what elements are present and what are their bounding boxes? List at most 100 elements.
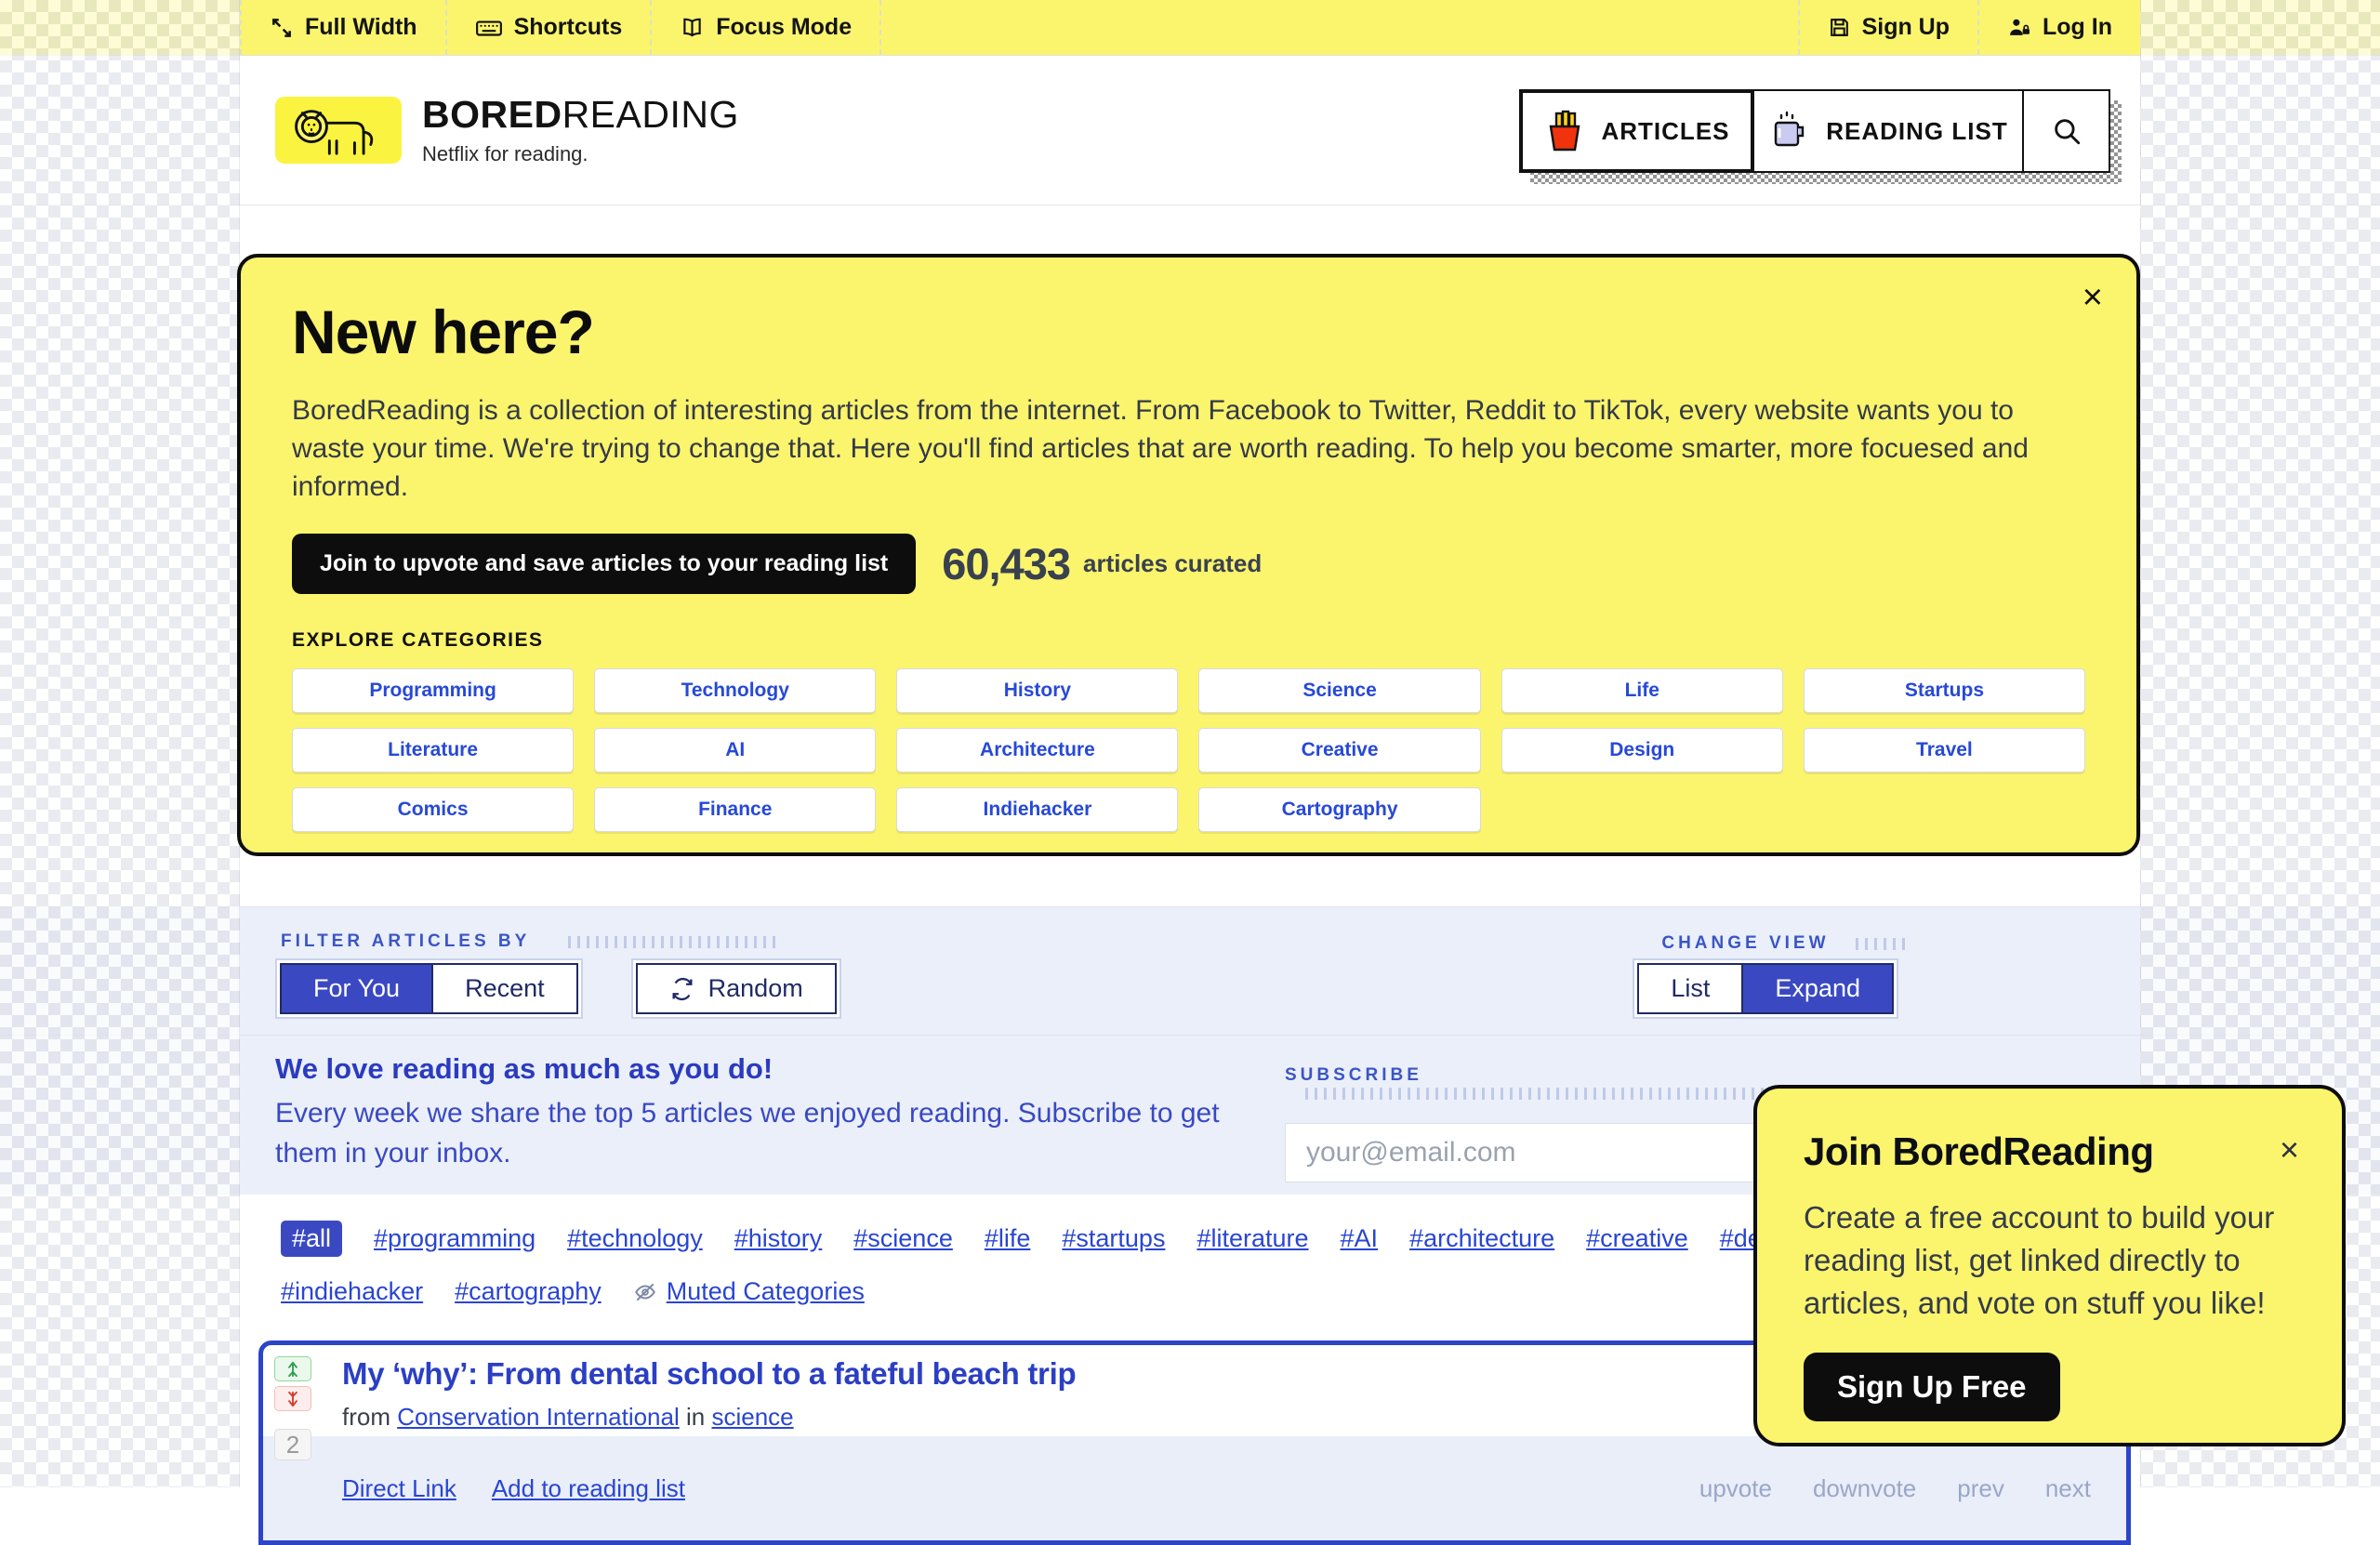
site-header: BOREDREADING Netflix for reading. A — [0, 56, 2380, 205]
tag-indiehacker[interactable]: #indiehacker — [281, 1277, 423, 1306]
byline-from-word: from — [342, 1403, 390, 1431]
downvote-button[interactable] — [274, 1386, 311, 1411]
join-button[interactable]: Join to upvote and save articles to your… — [292, 534, 916, 594]
main-nav: ARTICLES READING LIST — [1519, 89, 2110, 173]
brand-logo[interactable] — [275, 97, 402, 164]
category-button-cartography[interactable]: Cartography — [1198, 787, 1480, 832]
tag-all[interactable]: #all — [281, 1221, 342, 1257]
tab-reading-list[interactable]: READING LIST — [1752, 89, 2024, 173]
tab-articles[interactable]: ARTICLES — [1519, 89, 1754, 173]
category-button-finance[interactable]: Finance — [594, 787, 876, 832]
popup-title: Join BoredReading — [1804, 1129, 2297, 1174]
article-title-text: My ‘why’: From dental school to a fatefu… — [342, 1356, 1076, 1391]
subscribe-description: Every week we share the top 5 articles w… — [275, 1093, 1261, 1173]
category-button-startups[interactable]: Startups — [1804, 668, 2085, 713]
add-to-reading-list-link[interactable]: Add to reading list — [492, 1474, 685, 1503]
book-icon — [680, 16, 705, 40]
filter-bar: FILTER ARTICLES BY For You Recent Random — [0, 906, 2380, 1035]
category-button-ai[interactable]: AI — [594, 728, 876, 772]
welcome-banner: × New here? BoredReading is a collection… — [237, 254, 2140, 856]
coffee-cup-icon — [1768, 110, 1809, 152]
sign-up-free-button[interactable]: Sign Up Free — [1804, 1353, 2060, 1421]
log-in-button[interactable]: Log In — [1977, 0, 2140, 55]
muted-categories-link[interactable]: Muted Categories — [633, 1277, 865, 1306]
vote-count: 2 — [274, 1429, 311, 1460]
full-width-button[interactable]: Full Width — [242, 0, 447, 55]
hint-next: next — [2045, 1474, 2091, 1503]
explore-categories-label: EXPLORE CATEGORIES — [292, 629, 2085, 652]
tag-history[interactable]: #history — [734, 1224, 823, 1253]
view-list-button[interactable]: List — [1639, 965, 1741, 1012]
category-button-architecture[interactable]: Architecture — [896, 728, 1178, 772]
shortcuts-button[interactable]: Shortcuts — [447, 0, 653, 55]
search-button[interactable] — [2022, 89, 2110, 173]
articles-count: 60,433 — [942, 538, 1070, 589]
banner-zone: × New here? BoredReading is a collection… — [0, 205, 2380, 906]
focus-mode-label: Focus Mode — [716, 14, 852, 41]
banner-title: New here? — [292, 297, 2085, 367]
articles-count-suffix: articles curated — [1083, 549, 1262, 578]
category-button-life[interactable]: Life — [1501, 668, 1783, 713]
hint-prev: prev — [1957, 1474, 2004, 1503]
subscribe-heading: We love reading as much as you do! — [275, 1052, 773, 1086]
category-grid: Programming Technology History Science L… — [292, 668, 2085, 832]
category-button-indiehacker[interactable]: Indiehacker — [896, 787, 1178, 832]
category-button-programming[interactable]: Programming — [292, 668, 574, 713]
sign-up-label: Sign Up — [1862, 14, 1950, 41]
join-popup: × Join BoredReading Create a free accoun… — [1753, 1085, 2346, 1446]
banner-close-icon[interactable]: × — [2082, 280, 2103, 315]
tag-technology[interactable]: #technology — [567, 1224, 703, 1253]
brand-text[interactable]: BOREDREADING Netflix for reading. — [422, 93, 739, 166]
tab-reading-list-label: READING LIST — [1826, 117, 2007, 146]
category-button-creative[interactable]: Creative — [1198, 728, 1480, 772]
tag-creative[interactable]: #creative — [1586, 1224, 1688, 1253]
byline-in-word: in — [686, 1403, 705, 1431]
brand-light: READING — [562, 93, 739, 136]
full-width-label: Full Width — [305, 14, 417, 41]
category-button-history[interactable]: History — [896, 668, 1178, 713]
hint-upvote: upvote — [1699, 1474, 1772, 1503]
category-button-comics[interactable]: Comics — [292, 787, 574, 832]
log-in-label: Log In — [2043, 14, 2112, 41]
search-icon — [2051, 115, 2082, 147]
category-button-design[interactable]: Design — [1501, 728, 1783, 772]
article-action-strip: Direct Link Add to reading list upvote d… — [263, 1436, 2126, 1540]
tag-science[interactable]: #science — [853, 1224, 953, 1253]
refresh-icon — [669, 976, 695, 1002]
popup-close-icon[interactable]: × — [2280, 1133, 2299, 1167]
random-button[interactable]: Random — [638, 965, 835, 1012]
direct-link[interactable]: Direct Link — [342, 1474, 456, 1503]
topbar: Full Width Shortcuts Focus Mode Sign — [0, 0, 2380, 56]
popup-description: Create a free account to build your read… — [1804, 1196, 2296, 1325]
banner-description: BoredReading is a collection of interest… — [292, 391, 2068, 506]
tag-programming[interactable]: #programming — [374, 1224, 536, 1253]
category-button-travel[interactable]: Travel — [1804, 728, 2085, 772]
category-button-literature[interactable]: Literature — [292, 728, 574, 772]
article-category-link[interactable]: science — [711, 1403, 793, 1431]
tab-articles-label: ARTICLES — [1602, 117, 1730, 146]
filter-for-you-button[interactable]: For You — [282, 965, 431, 1012]
change-view-label: CHANGE VIEW — [1661, 933, 1829, 953]
expand-icon — [270, 16, 294, 40]
upvote-button[interactable] — [274, 1356, 311, 1381]
sign-up-button[interactable]: Sign Up — [1798, 0, 1977, 55]
tag-startups[interactable]: #startups — [1062, 1224, 1165, 1253]
focus-mode-button[interactable]: Focus Mode — [652, 0, 881, 55]
filter-segmented-control: For You Recent — [275, 958, 583, 1019]
category-button-technology[interactable]: Technology — [594, 668, 876, 713]
tag-architecture[interactable]: #architecture — [1409, 1224, 1554, 1253]
keyboard-icon — [475, 16, 503, 40]
shortcuts-label: Shortcuts — [514, 14, 623, 41]
fries-icon — [1544, 110, 1585, 152]
article-source-link[interactable]: Conservation International — [397, 1403, 680, 1431]
filter-recent-button[interactable]: Recent — [431, 965, 576, 1012]
view-expand-button[interactable]: Expand — [1741, 965, 1892, 1012]
tag-cartography[interactable]: #cartography — [455, 1277, 602, 1306]
tag-life[interactable]: #life — [985, 1224, 1031, 1253]
view-segmented-control: List Expand — [1633, 958, 1898, 1019]
tag-literature[interactable]: #literature — [1197, 1224, 1308, 1253]
hint-downvote: downvote — [1813, 1474, 1916, 1503]
brand-tagline: Netflix for reading. — [422, 142, 739, 166]
category-button-science[interactable]: Science — [1198, 668, 1480, 713]
tag-ai[interactable]: #AI — [1341, 1224, 1379, 1253]
